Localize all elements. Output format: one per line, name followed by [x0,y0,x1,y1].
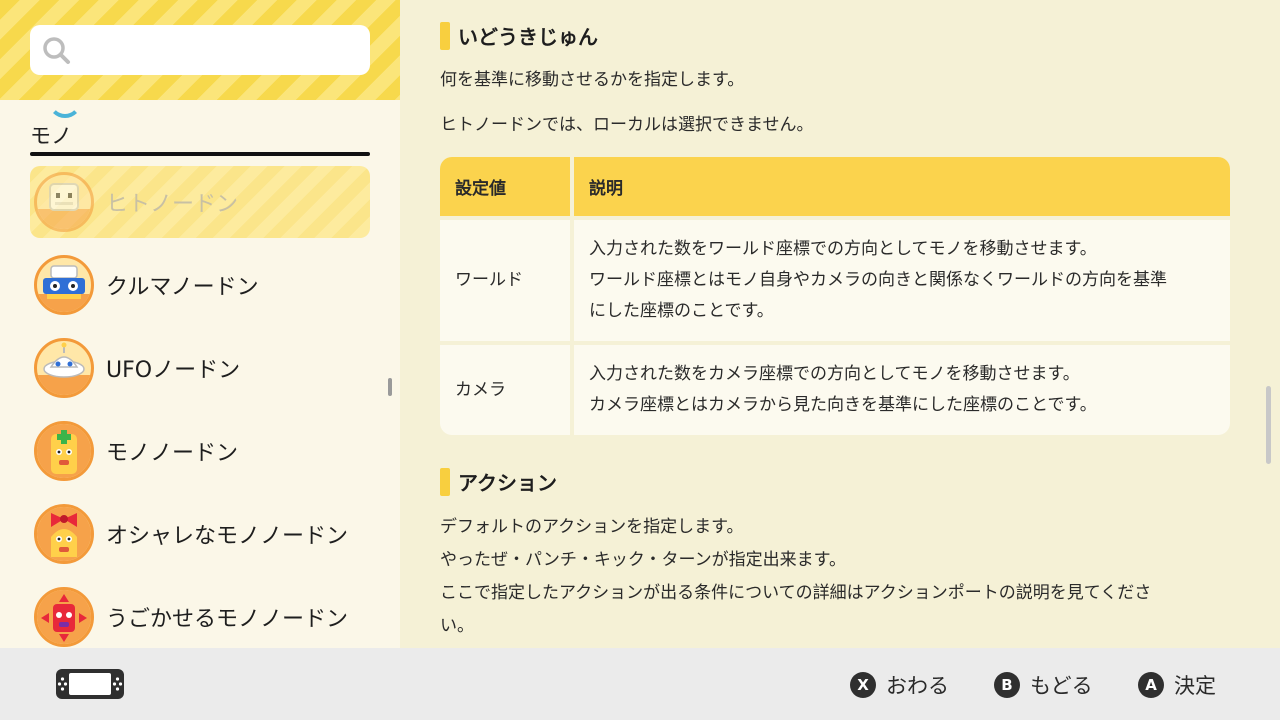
heading-accent-bar [440,21,450,50]
table-cell-value: ワールド [440,220,570,341]
sidebar-item-label: UFOノードン [106,358,241,383]
sidebar-item-label: クルマノードン [106,275,259,300]
hint-quit[interactable]: X おわる [850,670,949,700]
search-band [0,0,400,100]
settings-table: 設定値 説明 ワールド 入力された数をワールド座標での方向としてモノを移動させま… [440,157,1230,435]
content-scrollbar[interactable] [1266,386,1271,464]
x-button-icon: X [850,672,876,698]
table-cell-value: カメラ [440,345,570,435]
ufo-face-icon [34,338,94,398]
sidebar-item-label: モノノードン [106,441,239,466]
search-icon [43,37,70,64]
b-button-icon: B [994,672,1020,698]
sidebar-item-label: うごかせるモノノードン [106,607,349,632]
section-heading-movement-basis: いどうきじゅん [440,21,598,50]
hint-back[interactable]: B もどる [994,670,1093,700]
table-cell-description: 入力された数をワールド座標での方向としてモノを移動させます。 ワールド座標とはモ… [574,220,1230,341]
table-header-description: 説明 [574,157,1230,216]
hint-label: 決定 [1174,674,1216,698]
footer-bar: X おわる B もどる A 決定 [0,648,1280,720]
movable-object-face-icon [34,587,94,647]
hint-label: おわる [886,674,949,698]
cell-text: ワールド座標とはモノ自身やカメラの向きと関係なくワールドの方向を基準 [589,270,1167,290]
heading-accent-bar [440,467,450,496]
a-button-icon: A [1138,672,1164,698]
sidebar-item-label: ヒトノードン [106,192,239,217]
robot-face-icon [34,172,94,232]
paragraph: やったぜ・パンチ・キック・ターンが指定出来ます。 [440,550,846,570]
sidebar-item-kuruma-nodon[interactable]: クルマノードン [30,249,370,321]
cell-text: ワールド [455,270,523,290]
section-title: アクション [458,471,557,495]
sidebar: モノ ヒトノードン クルマノードン UFOノードン モノノードン オシャレなモノ… [0,0,400,648]
paragraph: い。 [440,616,474,636]
cell-text: 入力された数をカメラ座標での方向としてモノを移動させます。 [589,364,1080,384]
content-pane: いどうきじゅん 何を基準に移動させるかを指定します。 ヒトノードンでは、ローカル… [400,0,1280,648]
cell-text: 入力された数をワールド座標での方向としてモノを移動させます。 [589,239,1097,259]
sidebar-item-ufo-nodon[interactable]: UFOノードン [30,332,370,404]
object-face-icon [34,421,94,481]
car-face-icon [34,255,94,315]
sidebar-item-hito-nodon[interactable]: ヒトノードン [30,166,370,238]
paragraph: ヒトノードンでは、ローカルは選択できません。 [440,115,814,135]
sidebar-scrollbar[interactable] [388,378,392,396]
section-title: いどうきじゅん [458,25,598,49]
category-heading: モノ [30,124,72,148]
sidebar-item-mono-nodon[interactable]: モノノードン [30,415,370,487]
category-divider [30,152,370,156]
search-input[interactable] [30,25,370,75]
cell-text: カメラ座標とはカメラから見た向きを基準にした座標のことです。 [589,395,1097,415]
paragraph: ここで指定したアクションが出る条件についての詳細はアクションポートの説明を見てく… [440,583,1152,603]
hint-label: もどる [1030,674,1093,698]
table-header-value: 設定値 [440,157,570,216]
paragraph: 何を基準に移動させるかを指定します。 [440,70,745,90]
fancy-object-face-icon [34,504,94,564]
sidebar-item-label: オシャレなモノノードン [106,524,349,549]
cell-text: カメラ [455,379,506,400]
console-icon [56,669,124,699]
sidebar-item-movable-mono-nodon[interactable]: うごかせるモノノードン [30,581,370,648]
hint-confirm[interactable]: A 決定 [1138,670,1216,700]
sidebar-item-fancy-mono-nodon[interactable]: オシャレなモノノードン [30,498,370,570]
paragraph: デフォルトのアクションを指定します。 [440,517,744,537]
section-heading-action: アクション [440,467,557,496]
cell-text: にした座標のことです。 [589,301,774,321]
table-cell-description: 入力された数をカメラ座標での方向としてモノを移動させます。 カメラ座標とはカメラ… [574,345,1230,435]
